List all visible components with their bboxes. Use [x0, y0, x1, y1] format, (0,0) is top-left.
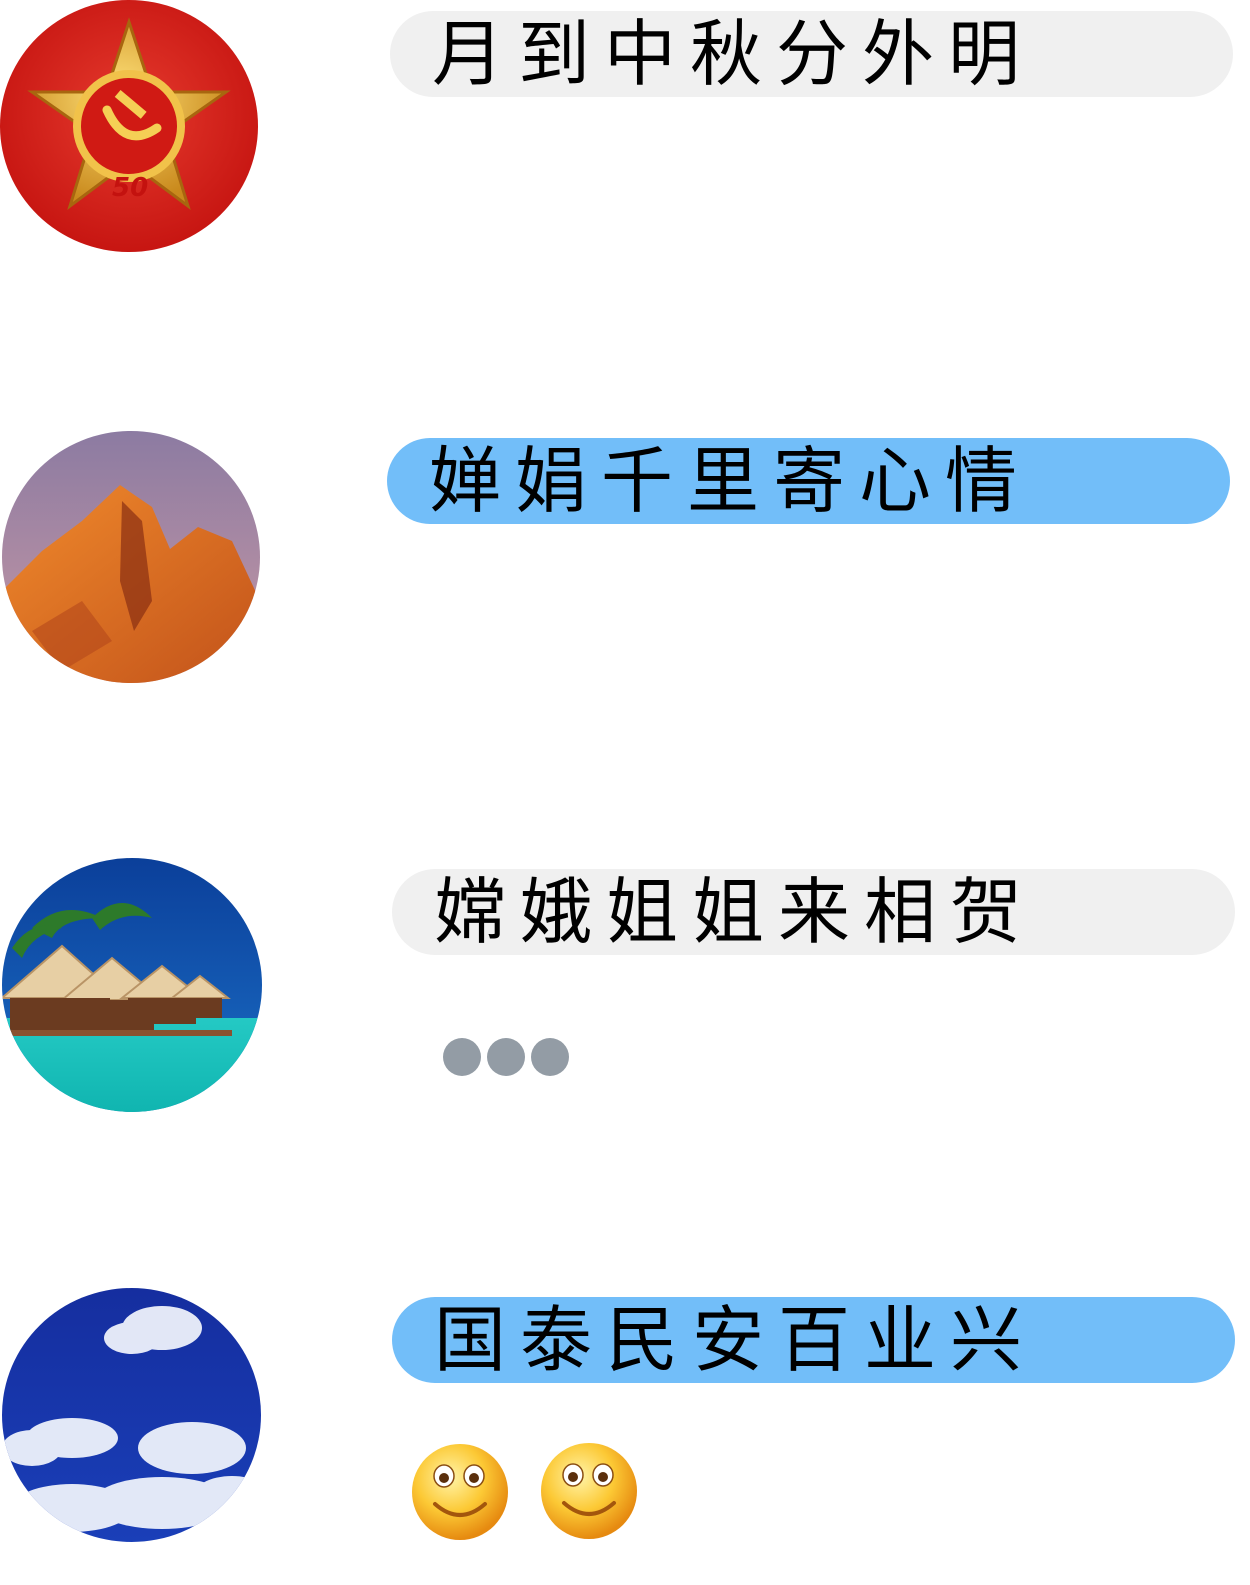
blue-sky-clouds-icon[interactable]	[2, 1288, 261, 1542]
svg-text:50: 50	[112, 173, 148, 203]
beach-huts-icon[interactable]	[2, 858, 262, 1112]
message-bubble[interactable]: 月到中秋分外明	[390, 11, 1233, 97]
smiley-icon	[410, 1442, 510, 1542]
message-bubble[interactable]: 国泰民安百业兴	[392, 1297, 1235, 1383]
message-text: 月到中秋分外明	[432, 12, 1035, 96]
typing-dot	[443, 1038, 481, 1076]
message-text: 婵娟千里寄心情	[429, 439, 1032, 523]
typing-dot	[487, 1038, 525, 1076]
party-medal-icon[interactable]: 50	[0, 0, 258, 252]
message-bubble[interactable]: 嫦娥姐姐来相贺	[392, 869, 1235, 955]
smiley-icon	[539, 1441, 639, 1541]
typing-dots-icon	[443, 1038, 569, 1076]
message-text: 嫦娥姐姐来相贺	[434, 870, 1037, 954]
message-bubble[interactable]: 婵娟千里寄心情	[387, 438, 1230, 524]
red-rock-mountain-icon[interactable]	[2, 431, 260, 683]
message-text: 国泰民安百业兴	[434, 1298, 1037, 1382]
typing-dot	[531, 1038, 569, 1076]
